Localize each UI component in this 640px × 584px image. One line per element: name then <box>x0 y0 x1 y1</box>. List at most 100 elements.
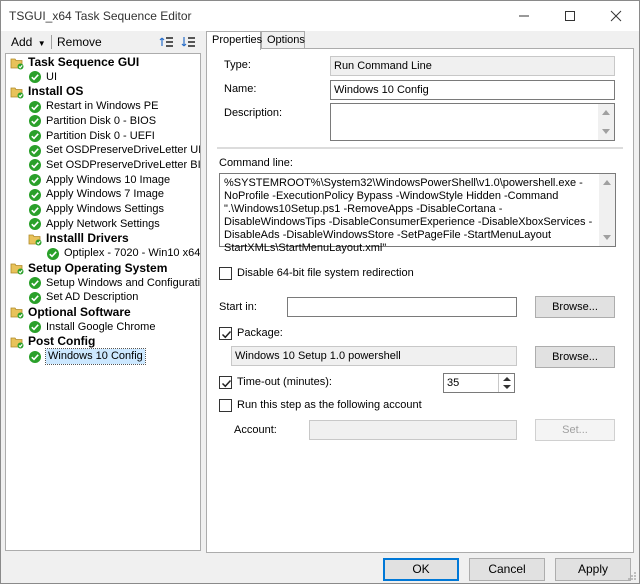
tree-item-label: Apply Windows 10 Image <box>46 173 171 186</box>
folder-icon <box>28 234 42 246</box>
check-icon <box>29 350 41 363</box>
start-in-field[interactable] <box>287 297 517 317</box>
properties-panel: Type: Run Command Line Name: Windows 10 … <box>206 48 634 553</box>
command-line-field[interactable]: %SYSTEMROOT%\System32\WindowsPowerShell\… <box>219 173 616 254</box>
timeout-stepper[interactable]: 35 <box>443 373 515 393</box>
tree-step[interactable]: Install Google Chrome <box>28 320 155 335</box>
toolbar-separator <box>51 35 52 49</box>
tree-step[interactable]: Restart in Windows PE <box>28 99 158 114</box>
scroll-up-icon[interactable] <box>602 110 610 115</box>
account-field <box>309 420 517 440</box>
tree-group[interactable]: Installl Drivers <box>28 231 129 246</box>
tree-item-label: Apply Windows 7 Image <box>46 188 164 201</box>
disable-64bit-label: Disable 64-bit file system redirection <box>237 267 414 279</box>
remove-button[interactable]: Remove <box>55 34 104 50</box>
tree-item-label: Restart in Windows PE <box>46 100 159 113</box>
timeout-spinner[interactable] <box>498 374 514 392</box>
timeout-checkbox[interactable] <box>219 376 232 389</box>
close-button[interactable] <box>593 1 639 31</box>
tree-group[interactable]: Install OS <box>10 84 83 99</box>
package-checkbox[interactable] <box>219 327 232 340</box>
check-icon <box>47 247 59 260</box>
tree-item-label: Task Sequence GUI <box>28 55 140 69</box>
check-icon <box>29 321 41 334</box>
start-in-browse-button[interactable]: Browse... <box>535 296 615 318</box>
tree-step[interactable]: Apply Windows Settings <box>28 202 164 217</box>
checkmark-icon <box>221 330 232 339</box>
tree-step[interactable]: Partition Disk 0 - BIOS <box>28 114 156 129</box>
tree-item-label: Apply Windows Settings <box>46 203 164 215</box>
tree-item-label: Set AD Description <box>46 291 139 304</box>
check-icon <box>29 218 41 231</box>
task-sequence-tree[interactable]: Task Sequence GUI UI Install OS Restart in … <box>5 53 201 551</box>
name-field[interactable]: Windows 10 Config <box>330 80 615 100</box>
tree-group[interactable]: Setup Operating System <box>10 261 167 276</box>
checkmark-icon <box>221 379 232 388</box>
set-account-button[interactable]: Set... <box>535 419 615 441</box>
tree-step[interactable]: Apply Windows 7 Image <box>28 187 164 202</box>
maximize-icon <box>565 11 575 21</box>
tree-step[interactable]: Set OSDPreserveDriveLetter BIOS <box>28 158 200 173</box>
package-browse-button[interactable]: Browse... <box>535 346 615 368</box>
tree-step[interactable]: Setup Windows and Configuration <box>28 276 201 291</box>
tree-item-label: Install Google Chrome <box>46 320 156 333</box>
folder-icon <box>10 263 24 275</box>
timeout-value: 35 <box>447 377 460 389</box>
command-line-value: %SYSTEMROOT%\System32\WindowsPowerShell\… <box>224 177 593 254</box>
tree-step[interactable]: Windows 10 Config <box>28 348 146 365</box>
left-pane: Add ▼ Remove Task Sequence GUI UI Install … <box>1 31 203 553</box>
tree-item-label: Setup Windows and Configuration <box>46 276 201 289</box>
tab-options[interactable]: Options <box>261 31 305 49</box>
tree-step[interactable]: Partition Disk 0 - UEFI <box>28 129 155 144</box>
maximize-button[interactable] <box>547 1 593 31</box>
check-icon <box>29 144 41 157</box>
tree-item-label: Installl Drivers <box>46 231 129 246</box>
tree-item-label: Partition Disk 0 - BIOS <box>46 114 157 127</box>
tree-group[interactable]: Optional Software <box>10 305 131 320</box>
tree-step[interactable]: Set AD Description <box>28 290 138 305</box>
command-line-scrollbar[interactable] <box>599 174 615 246</box>
divider <box>217 147 623 149</box>
tree-group[interactable]: Task Sequence GUI <box>10 55 139 70</box>
folder-icon <box>10 87 24 99</box>
tree-step[interactable]: Optiplex - 7020 - Win10 x64 <box>46 246 200 261</box>
minimize-icon <box>519 15 529 17</box>
description-label: Description: <box>224 107 283 119</box>
move-up-icon[interactable] <box>159 34 175 50</box>
task-sequence-editor-window: TSGUI_x64 Task Sequence Editor Add ▼ Rem… <box>0 0 640 584</box>
scroll-down-icon[interactable] <box>603 235 611 240</box>
check-icon <box>29 174 41 187</box>
minimize-button[interactable] <box>501 1 547 31</box>
tree-item-label: Optional Software <box>28 304 131 319</box>
package-field: Windows 10 Setup 1.0 powershell <box>231 346 517 366</box>
cancel-button[interactable]: Cancel <box>469 558 545 581</box>
add-menu-button[interactable]: Add ▼ <box>9 34 48 50</box>
scroll-up-icon[interactable] <box>603 180 611 185</box>
move-down-icon[interactable] <box>181 34 197 50</box>
tab-properties[interactable]: Properties <box>206 31 262 50</box>
tree-item-label: Windows 10 Config <box>45 348 146 365</box>
title-bar[interactable]: TSGUI_x64 Task Sequence Editor <box>1 1 639 31</box>
check-icon <box>29 277 41 289</box>
tree-item-label: Setup Operating System <box>28 260 168 275</box>
runas-checkbox[interactable] <box>219 399 232 412</box>
scroll-down-icon[interactable] <box>602 129 610 134</box>
description-field[interactable] <box>330 103 615 141</box>
description-scrollbar[interactable] <box>598 104 614 140</box>
close-icon <box>610 10 622 22</box>
tree-step[interactable]: Apply Network Settings <box>28 217 160 232</box>
tree-step[interactable]: Apply Windows 10 Image <box>28 173 170 188</box>
disable-64bit-checkbox[interactable] <box>219 267 232 280</box>
spin-up-icon[interactable] <box>503 377 511 381</box>
tree-step[interactable]: Set OSDPreserveDriveLetter UEFI <box>28 143 200 158</box>
ok-button[interactable]: OK <box>383 558 459 581</box>
tree-item-label: Partition Disk 0 - UEFI <box>46 129 155 142</box>
tree-group[interactable]: Post Config <box>10 334 95 349</box>
command-line-label: Command line: <box>219 157 293 169</box>
tree-step[interactable]: UI <box>28 70 57 85</box>
tree-toolbar: Add ▼ Remove <box>1 31 203 53</box>
resize-grip-icon[interactable] <box>627 571 637 581</box>
folder-icon <box>10 307 24 319</box>
apply-button[interactable]: Apply <box>555 558 631 581</box>
spin-down-icon[interactable] <box>503 385 511 389</box>
